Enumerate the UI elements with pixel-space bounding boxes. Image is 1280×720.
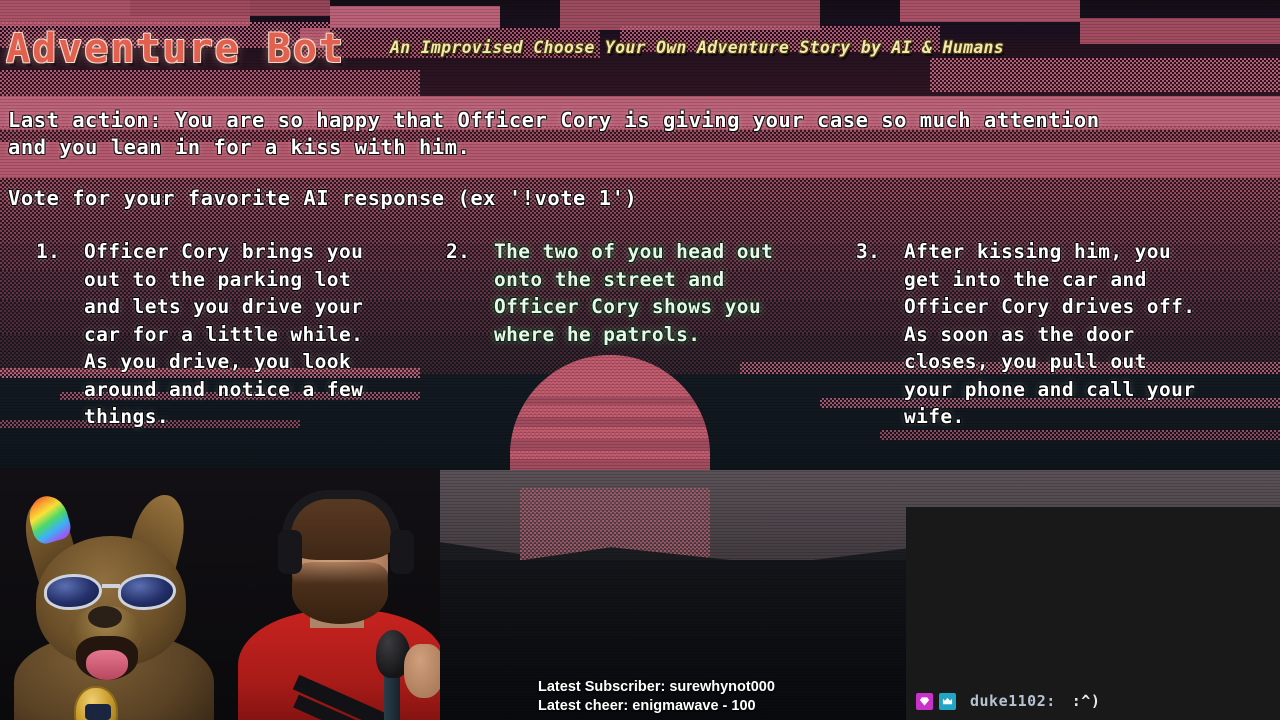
streamer-webcam: [236, 482, 440, 720]
header: Adventure Bot An Improvised Choose Your …: [0, 0, 1280, 82]
vote-option-2-text: The two of you head out onto the street …: [494, 240, 774, 346]
chat-panel[interactable]: duke1102: :^): [906, 507, 1280, 720]
vote-option-2-number: 2.: [446, 240, 471, 263]
latest-subscriber-label: Latest Subscriber: surewhynot000: [538, 679, 775, 695]
page-subtitle: An Improvised Choose Your Own Adventure …: [390, 38, 1005, 57]
sunglasses-lens-right: [118, 574, 176, 610]
vote-option-3[interactable]: 3. After kissing him, you get into the c…: [856, 238, 1196, 431]
vote-prompt: Vote for your favorite AI response (ex '…: [8, 186, 638, 210]
stream-stats: Latest Subscriber: surewhynot000 Latest …: [538, 678, 775, 716]
headphone-cup-right: [390, 530, 414, 574]
vote-option-1-number: 1.: [36, 240, 61, 263]
dog-mouth: [76, 636, 138, 680]
last-action-line-2: and you lean in for a kiss with him.: [8, 135, 471, 159]
dog-tongue: [86, 650, 128, 680]
cloud-streak: [880, 430, 1280, 440]
vote-option-1-text: Officer Cory brings you out to the parki…: [84, 240, 364, 428]
page-title: Adventure Bot: [6, 26, 346, 72]
sunglasses-bridge: [102, 584, 120, 588]
webcam-overlay: [0, 468, 440, 720]
dog-overlay-image: [14, 489, 224, 720]
sun: [510, 355, 710, 475]
headphone-cup-left: [278, 530, 302, 574]
sunglasses-icon: [44, 572, 180, 612]
gem-badge-icon: [916, 692, 933, 710]
vote-option-2[interactable]: 2. The two of you head out onto the stre…: [446, 238, 776, 348]
headphones-icon: [282, 490, 400, 536]
vote-option-3-text: After kissing him, you get into the car …: [904, 240, 1196, 428]
microphone-stem: [384, 672, 400, 720]
last-action-line-1: Last action: You are so happy that Offic…: [8, 108, 1100, 132]
streamer-beard: [292, 562, 388, 624]
latest-cheer-label: Latest cheer: enigmawave - 100: [538, 698, 756, 714]
sunglasses-lens-left: [44, 574, 102, 610]
streamer-hand: [404, 644, 440, 698]
chat-message-text: :^): [1071, 692, 1101, 710]
vip-crown-badge-icon: [939, 692, 956, 710]
vote-option-1[interactable]: 1. Officer Cory brings you out to the pa…: [36, 238, 366, 431]
vote-option-3-number: 3.: [856, 240, 881, 263]
chat-username[interactable]: duke1102:: [970, 692, 1056, 710]
chat-message: duke1102: :^): [916, 692, 1100, 710]
stream-overlay: Adventure Bot An Improvised Choose Your …: [0, 0, 1280, 720]
